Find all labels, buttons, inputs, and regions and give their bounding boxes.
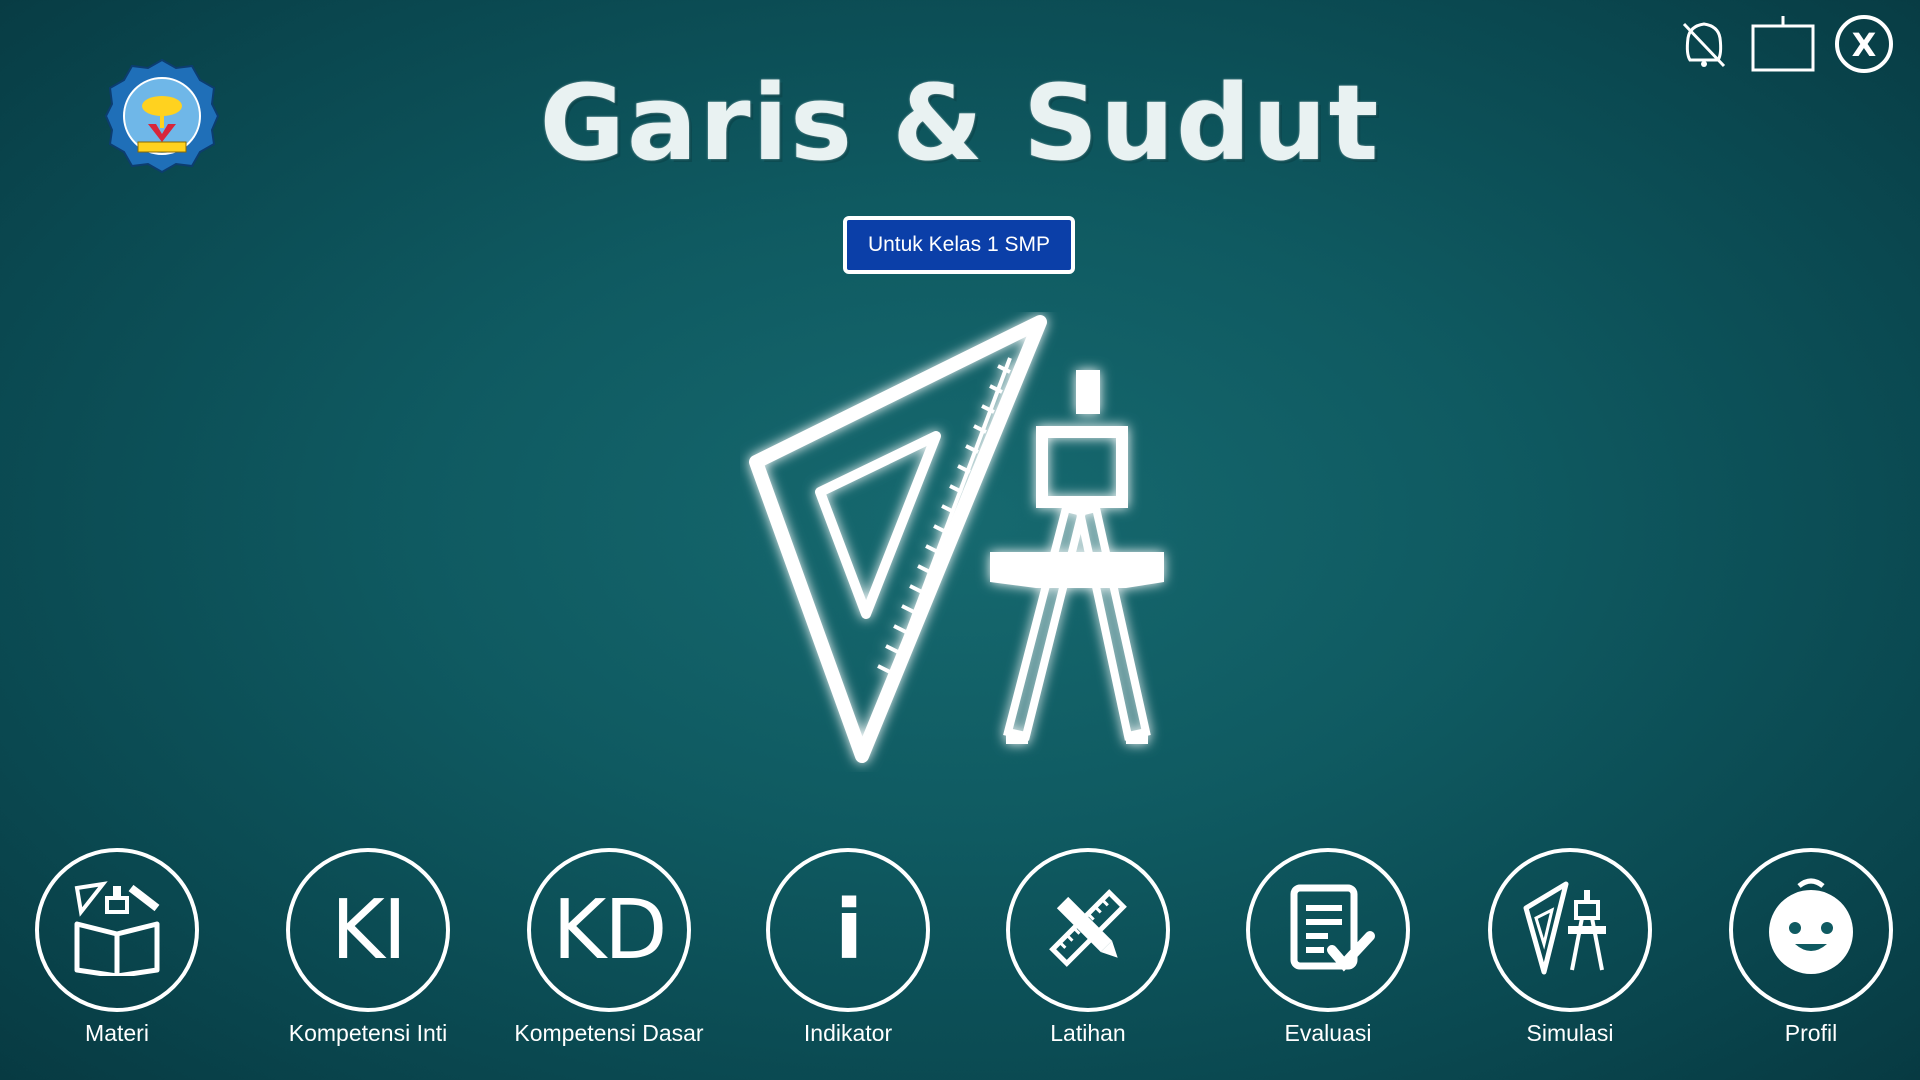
simulasi-circle[interactable] bbox=[1488, 848, 1652, 1012]
compass-icon bbox=[990, 370, 1164, 744]
menu-materi[interactable]: Materi bbox=[2, 848, 232, 1047]
menu-latihan[interactable]: Latihan bbox=[973, 848, 1203, 1047]
menu-label-simulasi: Simulasi bbox=[1526, 1020, 1614, 1046]
menu-label-profil: Profil bbox=[1784, 1020, 1838, 1046]
face-icon bbox=[1761, 878, 1861, 982]
kd-icon-text: KD bbox=[552, 882, 668, 978]
menu-label-materi: Materi bbox=[85, 1020, 149, 1046]
menu-profil[interactable]: Profil bbox=[1696, 848, 1920, 1047]
menu-label-latihan: Latihan bbox=[1050, 1020, 1126, 1046]
grade-badge: Untuk Kelas 1 SMP bbox=[843, 216, 1075, 274]
kd-circle[interactable]: KD bbox=[527, 848, 691, 1012]
book-tools-icon bbox=[69, 880, 165, 980]
menu-label-evaluasi: Evaluasi bbox=[1284, 1020, 1372, 1046]
menu-evaluasi[interactable]: Evaluasi bbox=[1213, 848, 1443, 1047]
latihan-circle[interactable] bbox=[1006, 848, 1170, 1012]
menu-kompetensi-inti[interactable]: KI Kompetensi Inti bbox=[253, 848, 483, 1047]
profil-circle[interactable] bbox=[1729, 848, 1893, 1012]
menu-simulasi[interactable]: Simulasi bbox=[1455, 848, 1685, 1047]
materi-circle[interactable] bbox=[35, 848, 199, 1012]
ki-icon-text: KI bbox=[331, 882, 407, 978]
info-icon-text: i bbox=[834, 882, 863, 978]
menu-label-indikator: Indikator bbox=[803, 1020, 893, 1046]
page-title: Garis & Sudut bbox=[539, 62, 1381, 184]
menu-kompetensi-dasar[interactable]: KD Kompetensi Dasar bbox=[494, 848, 724, 1047]
menu-indikator[interactable]: i Indikator bbox=[733, 848, 963, 1047]
ruler-pencil-icon bbox=[1040, 880, 1136, 980]
menu-label-kompetensi-dasar: Kompetensi Dasar bbox=[514, 1020, 704, 1046]
close-label: X bbox=[1852, 26, 1877, 64]
evaluasi-circle[interactable] bbox=[1246, 848, 1410, 1012]
geometry-tools-illustration bbox=[740, 312, 1180, 772]
indikator-circle[interactable]: i bbox=[766, 848, 930, 1012]
menu-label-kompetensi-inti: Kompetensi Inti bbox=[288, 1020, 448, 1046]
set-square-icon bbox=[749, 315, 1047, 763]
ki-circle[interactable]: KI bbox=[286, 848, 450, 1012]
geometry-tools-icon bbox=[1522, 880, 1618, 980]
checklist-icon bbox=[1280, 880, 1376, 980]
